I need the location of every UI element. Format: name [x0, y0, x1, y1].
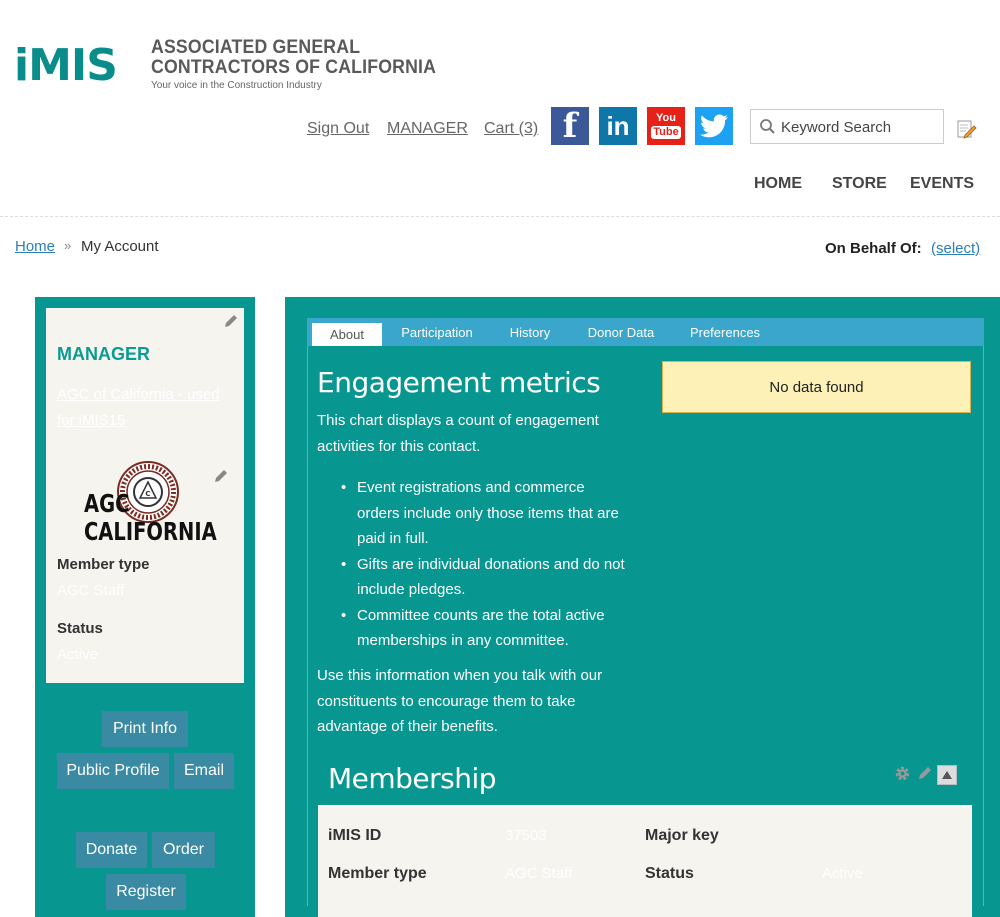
sign-out-link[interactable]: Sign Out: [307, 120, 369, 138]
twitter-icon[interactable]: [695, 107, 733, 145]
imis-id-label: iMIS ID: [328, 827, 382, 844]
list-item: Gifts are individual donations and do no…: [337, 552, 627, 603]
membership-status-label: Status: [645, 865, 694, 882]
status-label: Status: [57, 620, 103, 637]
membership-type-value: AGC Staff: [505, 865, 573, 882]
tab-preferences[interactable]: Preferences: [682, 318, 768, 346]
on-behalf-of-label: On Behalf Of:: [825, 240, 922, 257]
tab-about[interactable]: About: [312, 323, 382, 346]
youtube-glyph-top: You: [656, 112, 676, 124]
agc-california-logo: C AGC CALIFORNIA: [82, 460, 217, 550]
header-divider: [0, 216, 1000, 217]
cart-link[interactable]: Cart (3): [484, 120, 538, 138]
youtube-icon[interactable]: You Tube: [647, 107, 685, 145]
nav-home[interactable]: HOME: [754, 175, 802, 193]
linkedin-icon[interactable]: in: [599, 107, 637, 145]
svg-text:C: C: [145, 490, 150, 498]
profile-organization-link[interactable]: AGC of California - used for iMIS15: [57, 382, 237, 434]
twitter-bird-icon: [700, 114, 728, 138]
logo-text: iMIS: [14, 40, 118, 91]
tab-history[interactable]: History: [498, 318, 562, 346]
edit-pencil-icon[interactable]: [223, 313, 239, 329]
nav-store[interactable]: STORE: [832, 175, 887, 193]
edit-pencil-icon[interactable]: [917, 765, 933, 781]
tab-donor-data[interactable]: Donor Data: [578, 318, 664, 346]
user-account-link[interactable]: MANAGER: [387, 120, 468, 138]
email-button[interactable]: Email: [174, 753, 234, 789]
membership-type-label: Member type: [328, 865, 427, 882]
list-item: Event registrations and commerce orders …: [337, 475, 627, 552]
engagement-heading: Engagement metrics: [317, 366, 601, 399]
no-data-notice: No data found: [662, 361, 971, 413]
agc-logo-text-top: AGC: [84, 489, 130, 518]
print-info-button[interactable]: Print Info: [102, 711, 188, 747]
org-name-line1: ASSOCIATED GENERAL: [151, 37, 361, 58]
edit-page-icon[interactable]: [955, 118, 977, 140]
engagement-intro: This chart displays a count of engagemen…: [317, 412, 599, 455]
search-input[interactable]: [779, 110, 943, 145]
org-tagline: Your voice in the Construction Industry: [151, 80, 322, 91]
search-icon: [760, 119, 775, 134]
major-key-label: Major key: [645, 827, 719, 844]
membership-panel: [318, 805, 972, 917]
imis-logo[interactable]: iMIS: [14, 44, 118, 88]
linkedin-glyph: in: [606, 110, 630, 141]
search-box[interactable]: [750, 109, 944, 145]
nav-events[interactable]: EVENTS: [910, 175, 974, 193]
order-button[interactable]: Order: [152, 832, 215, 868]
profile-role: MANAGER: [57, 344, 150, 364]
youtube-glyph-bottom: Tube: [651, 126, 681, 139]
public-profile-button[interactable]: Public Profile: [57, 753, 169, 789]
engagement-bullet-list: Event registrations and commerce orders …: [337, 475, 627, 654]
gear-icon[interactable]: [894, 765, 911, 782]
content-border-left: [307, 346, 308, 906]
content-border-right: [983, 346, 984, 906]
register-button[interactable]: Register: [106, 874, 186, 910]
breadcrumb-current: My Account: [81, 238, 159, 255]
membership-heading: Membership: [328, 762, 497, 795]
breadcrumb-separator: »: [64, 238, 72, 253]
status-value: Active: [57, 646, 98, 663]
imis-id-value: 37503: [505, 827, 547, 844]
engagement-outro: Use this information when you talk with …: [317, 667, 603, 735]
chevron-up-icon: [942, 771, 952, 779]
membership-status-value: Active: [822, 865, 863, 882]
agc-logo-text-bottom: CALIFORNIA: [84, 517, 217, 546]
tab-participation[interactable]: Participation: [390, 318, 484, 346]
member-type-value: AGC Staff: [57, 582, 125, 599]
org-name-line2: CONTRACTORS OF CALIFORNIA: [151, 57, 437, 78]
facebook-icon[interactable]: f: [551, 106, 589, 146]
facebook-glyph: f: [562, 106, 578, 146]
list-item: Committee counts are the total active me…: [337, 603, 627, 654]
collapse-button[interactable]: [937, 765, 957, 785]
on-behalf-of-select-link[interactable]: (select): [931, 240, 980, 257]
breadcrumb-home-link[interactable]: Home: [15, 238, 55, 255]
member-type-label: Member type: [57, 556, 150, 573]
donate-button[interactable]: Donate: [76, 832, 147, 868]
edit-logo-pencil-icon[interactable]: [213, 468, 229, 484]
